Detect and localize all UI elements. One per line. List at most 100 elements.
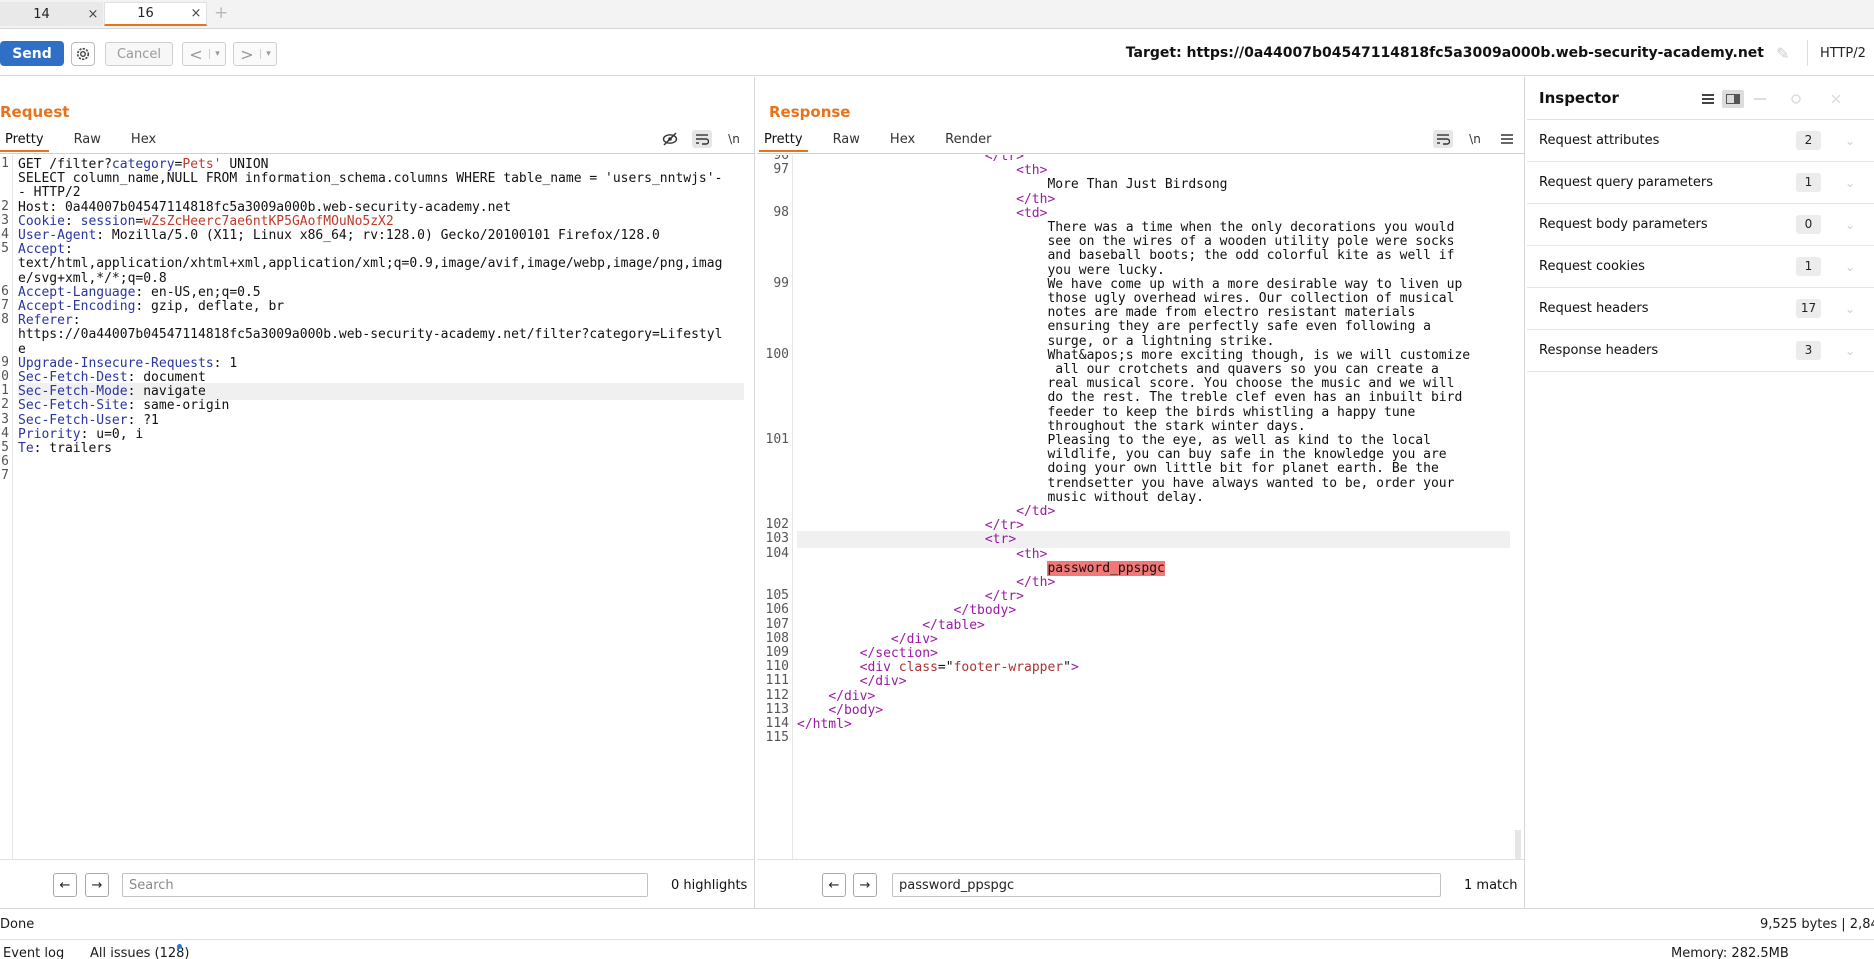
search-input[interactable] [892, 873, 1441, 897]
pane-title: Request [0, 103, 70, 121]
gear-icon[interactable] [71, 42, 95, 66]
chevron-down-icon: ⌄ [1845, 343, 1856, 358]
divider [757, 153, 1524, 154]
http-version-selector[interactable]: HTTP/2 [1820, 46, 1866, 61]
chevron-down-icon[interactable]: ▾ [260, 49, 276, 59]
line-number: 100 [765, 346, 789, 362]
count-badge: 0 [1796, 215, 1821, 234]
newline-toggle[interactable]: \n [1465, 130, 1485, 148]
section-label: Response headers [1539, 343, 1659, 358]
response-editor-tools: \n [1433, 130, 1517, 148]
menu-icon[interactable] [1497, 130, 1517, 148]
tab-label: 16 [137, 6, 154, 21]
line-number: 6 [1, 454, 9, 470]
close-icon[interactable] [1825, 90, 1847, 108]
status-text: Done [0, 917, 35, 932]
response-editor[interactable]: 96 97 98 99 100 101 102 103 104 105 106 107 108 109 11… [757, 155, 1524, 859]
toolbar: Send Cancel < ▾ > ▾ Target: https://0a44… [0, 30, 1874, 76]
tab-raw[interactable]: Raw [69, 130, 106, 152]
newline-toggle[interactable]: \n [724, 130, 744, 148]
chevron-right-icon: > [240, 44, 254, 64]
line-number: 5 [1, 241, 9, 257]
scrollbar[interactable] [1515, 830, 1521, 859]
notification-dot [177, 944, 182, 949]
repeater-tab-active[interactable]: 16 × [104, 2, 207, 26]
request-search-bar: ← → 0 highlights [0, 859, 754, 908]
arrow-right-icon[interactable]: → [853, 873, 877, 897]
repeater-tab-bar: 14 × 16 × + [0, 0, 1874, 29]
event-log-link[interactable]: Event log [3, 946, 64, 959]
line-number: 7 [1, 468, 9, 484]
line-number: 97 [773, 162, 789, 178]
tab-pretty[interactable]: Pretty [759, 130, 808, 152]
line-number: 112 [765, 687, 789, 703]
wrap-lines-icon[interactable] [1433, 130, 1453, 148]
section-label: Request attributes [1539, 133, 1660, 148]
line-number: 105 [765, 588, 789, 604]
history-forward-button[interactable]: > ▾ [233, 42, 277, 66]
line-number: 113 [765, 701, 789, 717]
section-label: Request query parameters [1539, 175, 1714, 190]
chevron-down-icon: ⌄ [1845, 301, 1856, 316]
tab-pretty[interactable]: Pretty [0, 130, 49, 152]
inspector-section-body-parameters[interactable]: Request body parameters 0 ⌄ [1527, 204, 1874, 246]
pencil-icon[interactable]: ✎ [1776, 44, 1789, 63]
line-number: 102 [765, 517, 789, 533]
inspector-header: Inspector [1527, 77, 1874, 120]
collapse-icon[interactable] [1749, 90, 1771, 108]
tab-raw[interactable]: Raw [828, 130, 865, 152]
line-number: 109 [765, 645, 789, 660]
wrap-lines-icon[interactable] [692, 130, 712, 148]
all-issues-link[interactable]: All issues (128) [90, 946, 190, 959]
inspector-section-cookies[interactable]: Request cookies 1 ⌄ [1527, 246, 1874, 288]
inspector-section-request-attributes[interactable]: Request attributes 2 ⌄ [1527, 120, 1874, 162]
search-input[interactable] [122, 873, 648, 897]
line-number: 4 [1, 227, 9, 242]
arrow-left-icon[interactable]: ← [53, 873, 77, 897]
line-number: 9 [1, 354, 9, 370]
chevron-down-icon: ⌄ [1845, 175, 1856, 190]
inspector-section-response-headers[interactable]: Response headers 3 ⌄ [1527, 330, 1874, 372]
line-number: 107 [765, 616, 789, 632]
line-number: 2 [1, 397, 9, 413]
response-view-tabs: Pretty Raw Hex Render [759, 130, 1016, 152]
count-badge: 3 [1796, 341, 1821, 360]
section-label: Request cookies [1539, 259, 1645, 274]
line-number: 5 [1, 440, 9, 455]
section-label: Request headers [1539, 301, 1649, 316]
repeater-tab[interactable]: 14 × [0, 2, 103, 26]
line-number: 7 [1, 298, 9, 313]
arrow-left-icon[interactable]: ← [822, 873, 846, 897]
line-number: 114 [765, 716, 789, 731]
arrow-right-icon[interactable]: → [85, 873, 109, 897]
send-button[interactable]: Send [0, 41, 64, 66]
close-icon[interactable]: × [186, 6, 206, 21]
section-label: Request body parameters [1539, 217, 1708, 232]
inspector-section-request-headers[interactable]: Request headers 17 ⌄ [1527, 288, 1874, 330]
panel-view-icon[interactable] [1722, 90, 1744, 108]
line-number: 101 [765, 432, 789, 447]
request-editor[interactable]: 12345678901234567 GET /filter?category=P… [0, 155, 754, 859]
highlight-count: 0 highlights [671, 878, 748, 893]
add-tab-icon[interactable]: + [214, 3, 228, 23]
hide-nonprintable-icon[interactable] [660, 130, 680, 148]
count-badge: 17 [1796, 299, 1821, 318]
cancel-button[interactable]: Cancel [105, 42, 173, 66]
burp-repeater-window: 14 × 16 × + Send Cancel < ▾ > ▾ Target: … [0, 0, 1874, 959]
chevron-down-icon: ⌄ [1845, 217, 1856, 232]
line-number: 2 [1, 198, 9, 214]
tab-hex[interactable]: Hex [126, 130, 161, 152]
tab-render[interactable]: Render [940, 130, 996, 152]
inspector-section-query-parameters[interactable]: Request query parameters 1 ⌄ [1527, 162, 1874, 204]
settings-icon[interactable] [1785, 90, 1807, 108]
tab-hex[interactable]: Hex [885, 130, 920, 152]
response-code[interactable]: </tr> <th> More Than Just Birdsong </th>… [797, 155, 1510, 859]
request-pane: Request Pretty Raw Hex \n 12345678901234… [0, 77, 772, 908]
history-back-button[interactable]: < ▾ [182, 42, 226, 66]
count-badge: 2 [1796, 131, 1821, 150]
close-icon[interactable]: × [83, 7, 103, 22]
list-view-icon[interactable] [1697, 90, 1719, 108]
request-code[interactable]: GET /filter?category=Pets' UNION SELECT c… [18, 155, 744, 859]
chevron-down-icon: ⌄ [1845, 259, 1856, 274]
chevron-down-icon[interactable]: ▾ [209, 49, 225, 59]
